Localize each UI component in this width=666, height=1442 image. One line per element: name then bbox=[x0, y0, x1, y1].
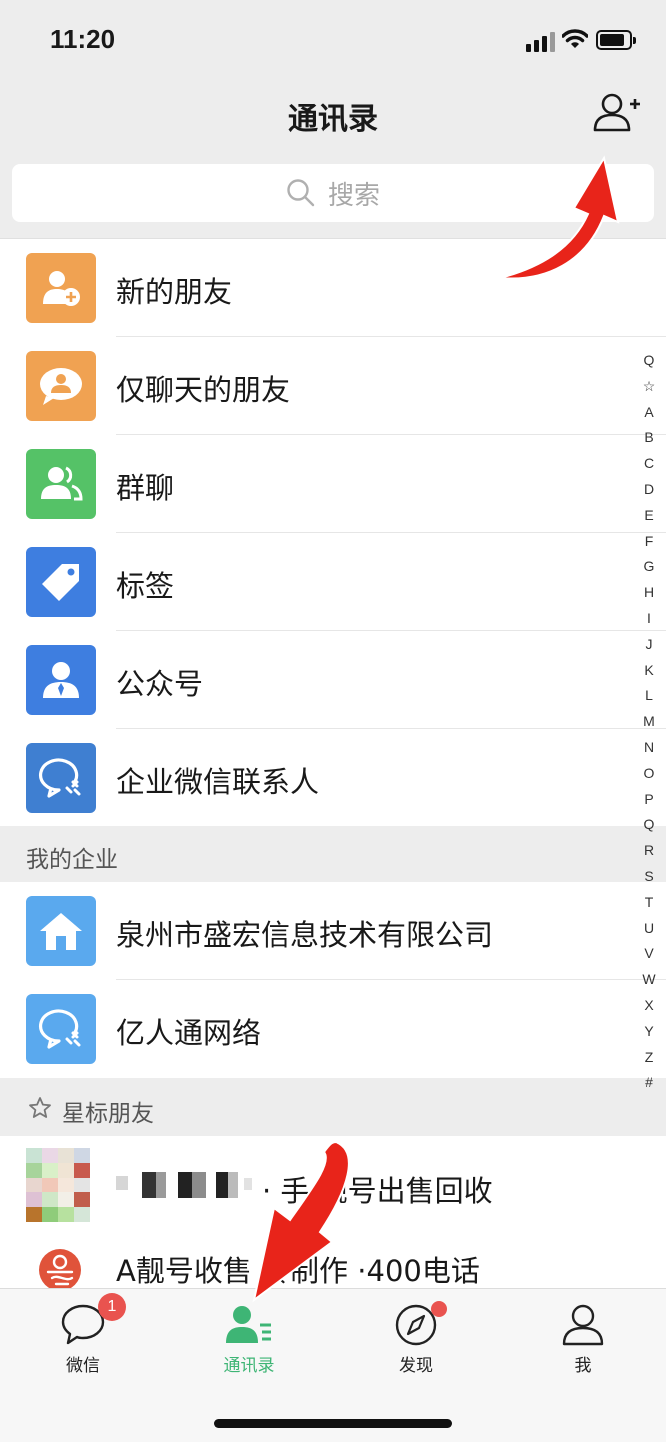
search-placeholder: 搜索 bbox=[327, 180, 380, 211]
star-icon bbox=[29, 1097, 51, 1118]
add-contact-button[interactable] bbox=[592, 90, 642, 136]
list-item-enterprise[interactable]: 泉州市盛宏信息技术有限公司 bbox=[0, 882, 666, 980]
list-item-label: 泉州市盛宏信息技术有限公司 bbox=[116, 918, 494, 952]
list-item-label: 企业微信联系人 bbox=[116, 765, 320, 799]
list-item-label: 仅聊天的朋友 bbox=[116, 373, 291, 407]
index-letter[interactable]: C bbox=[638, 451, 660, 477]
index-letter[interactable]: ☆ bbox=[638, 374, 660, 400]
list-item-new-friends[interactable]: 新的朋友 bbox=[0, 239, 666, 337]
list-item-wecom-contacts[interactable]: 企业微信联系人 bbox=[0, 729, 666, 827]
index-letter[interactable]: X bbox=[638, 993, 660, 1019]
index-letter[interactable]: R bbox=[638, 838, 660, 864]
index-letter[interactable]: W bbox=[638, 967, 660, 993]
official-account-icon bbox=[26, 645, 96, 715]
house-icon bbox=[26, 896, 96, 966]
blurred-name bbox=[116, 1170, 262, 1198]
index-letter[interactable]: H bbox=[638, 580, 660, 606]
index-letter[interactable]: P bbox=[638, 787, 660, 813]
index-letter[interactable]: N bbox=[638, 735, 660, 761]
index-letter[interactable]: S bbox=[638, 864, 660, 890]
index-letter[interactable]: E bbox=[638, 503, 660, 529]
list-item-label: A靓号收售 铃制作 ·400电话 bbox=[116, 1254, 480, 1288]
status-time: 11:20 bbox=[50, 24, 116, 54]
tab-chats[interactable]: 微信 1 bbox=[28, 1293, 138, 1383]
discover-dot-badge bbox=[431, 1301, 447, 1317]
list-item-label: 公众号 bbox=[116, 667, 204, 701]
index-letter[interactable]: U bbox=[638, 916, 660, 942]
list-item-chat-only-friends[interactable]: 仅聊天的朋友 bbox=[0, 337, 666, 435]
tag-icon bbox=[26, 547, 96, 617]
index-letter[interactable]: A bbox=[638, 400, 660, 426]
list-item-label: 新的朋友 bbox=[116, 275, 233, 309]
avatar bbox=[39, 1249, 81, 1291]
index-letter[interactable]: O bbox=[638, 761, 660, 787]
wifi-icon bbox=[562, 29, 588, 48]
list-item-label: 亿人通网络 bbox=[116, 1016, 262, 1050]
index-letter[interactable]: Q bbox=[638, 812, 660, 838]
unread-badge: 1 bbox=[98, 1293, 126, 1321]
page-title: 通讯录 bbox=[288, 102, 378, 137]
section-header-starred: 星标朋友 bbox=[0, 1080, 666, 1136]
list-item-label: 标签 bbox=[116, 569, 175, 603]
index-letter[interactable]: K bbox=[638, 658, 660, 684]
index-letter[interactable]: L bbox=[638, 683, 660, 709]
list-item-group-chats[interactable]: 群聊 bbox=[0, 435, 666, 533]
wecom-icon bbox=[26, 743, 96, 813]
tab-discover[interactable]: 发现 bbox=[361, 1301, 471, 1383]
index-letter[interactable]: Q bbox=[638, 348, 660, 374]
search-icon bbox=[287, 179, 315, 207]
index-letter[interactable]: D bbox=[638, 477, 660, 503]
starred-list: · 手 靓号出售回收 A靓号收售 铃制作 ·400电话 bbox=[0, 1136, 666, 1296]
enterprise-list: 泉州市盛宏信息技术有限公司 亿人通网络 bbox=[0, 882, 666, 1078]
contacts-icon bbox=[226, 1306, 271, 1343]
tab-contacts[interactable]: 通讯录 bbox=[194, 1303, 304, 1383]
list-item-tags[interactable]: 标签 bbox=[0, 533, 666, 631]
function-list: 新的朋友 仅聊天的朋友 群聊 标签 公众号 企业微信联系人 bbox=[0, 238, 666, 827]
index-letter[interactable]: Z bbox=[638, 1045, 660, 1071]
list-item-starred-friend[interactable]: A靓号收售 铃制作 ·400电话 bbox=[0, 1234, 666, 1296]
index-letter[interactable]: G bbox=[638, 554, 660, 580]
index-letter[interactable]: F bbox=[638, 529, 660, 555]
add-contact-icon bbox=[593, 93, 640, 132]
list-item-label: 群聊 bbox=[116, 471, 175, 505]
list-item-label: · 手 靓号出售回收 bbox=[262, 1174, 493, 1208]
tab-me[interactable]: 我 bbox=[528, 1303, 638, 1383]
group-chat-icon bbox=[26, 449, 96, 519]
list-item-official-accounts[interactable]: 公众号 bbox=[0, 631, 666, 729]
avatar bbox=[26, 1148, 90, 1222]
status-bar: 11:20 bbox=[0, 0, 666, 80]
search-bar[interactable]: 搜索 bbox=[12, 164, 654, 222]
list-item-starred-friend[interactable]: · 手 靓号出售回收 bbox=[0, 1136, 666, 1234]
section-header-my-enterprise: 我的企业 bbox=[0, 826, 666, 882]
index-letter[interactable]: M bbox=[638, 709, 660, 735]
home-indicator bbox=[214, 1419, 452, 1428]
battery-icon bbox=[596, 30, 636, 50]
index-letter[interactable]: B bbox=[638, 425, 660, 451]
index-letter[interactable]: Y bbox=[638, 1019, 660, 1045]
wecom-icon bbox=[26, 994, 96, 1064]
cellular-signal-icon bbox=[526, 30, 556, 52]
chat-only-icon bbox=[26, 351, 96, 421]
add-friend-icon bbox=[26, 253, 96, 323]
alphabet-index[interactable]: Q ☆ A B C D E F G H I J K L M N O P Q R S T U V W X Y Z # bbox=[638, 348, 660, 1096]
person-icon bbox=[562, 1304, 604, 1346]
index-letter[interactable]: T bbox=[638, 890, 660, 916]
list-item-enterprise[interactable]: 亿人通网络 bbox=[0, 980, 666, 1078]
index-letter[interactable]: J bbox=[638, 632, 660, 658]
index-letter[interactable]: # bbox=[638, 1070, 660, 1096]
index-letter[interactable]: V bbox=[638, 941, 660, 967]
index-letter[interactable]: I bbox=[638, 606, 660, 632]
